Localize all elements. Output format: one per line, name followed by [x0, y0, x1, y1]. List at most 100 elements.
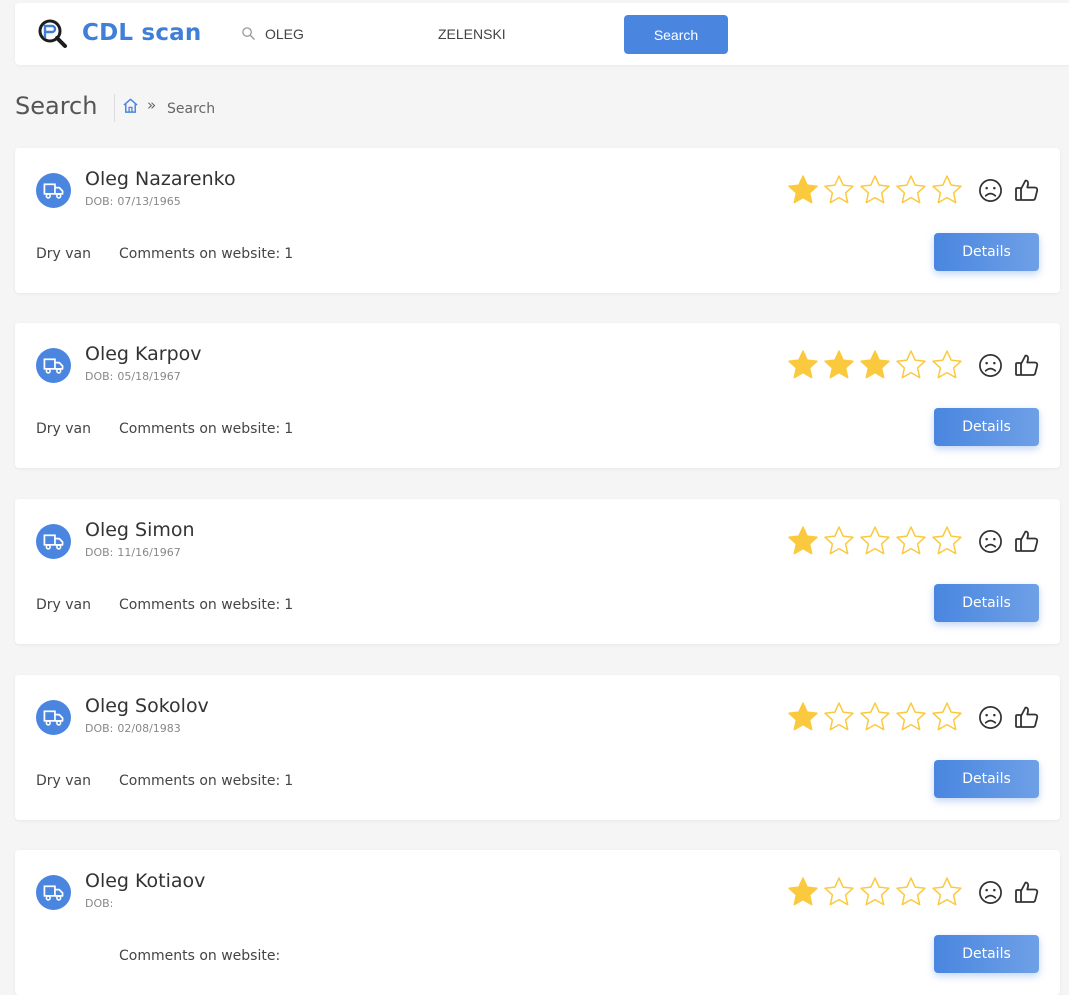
star-icon[interactable] [894, 524, 928, 558]
truck-avatar [36, 524, 71, 559]
star-icon[interactable] [858, 348, 892, 382]
comments-count: Comments on website: 1 [119, 421, 293, 437]
result-card: Oleg Sokolov DOB: 02/08/1983 Dry van Comment… [15, 675, 1060, 820]
star-icon[interactable] [930, 700, 964, 734]
dob-label: DOB: [85, 546, 114, 559]
star-icon[interactable] [786, 348, 820, 382]
rating-stars [786, 700, 966, 734]
star-icon[interactable] [822, 700, 856, 734]
star-icon[interactable] [930, 173, 964, 207]
logo-icon[interactable] [37, 18, 69, 50]
driver-name[interactable]: Oleg Karpov [85, 343, 202, 365]
result-card: Oleg Simon DOB: 11/16/1967 Dry van Comments … [15, 499, 1060, 644]
thumbs-up-icon[interactable] [1014, 352, 1040, 378]
truck-type: Dry van [36, 246, 92, 262]
dob-value: 05/18/1967 [117, 370, 181, 383]
star-icon[interactable] [786, 875, 820, 909]
breadcrumb-current: Search [167, 101, 216, 117]
search-button[interactable]: Search [624, 15, 728, 54]
result-card: Oleg Kotiaov DOB: Comments on website: Deta… [15, 850, 1060, 995]
driver-name[interactable]: Oleg Nazarenko [85, 168, 236, 190]
details-button[interactable]: Details [934, 584, 1039, 622]
comments-value: 1 [284, 421, 294, 437]
driver-dob: DOB: 05/18/1967 [85, 370, 181, 383]
rating-stars [786, 348, 966, 382]
comments-label: Comments on website: [119, 246, 281, 262]
truck-avatar [36, 348, 71, 383]
star-icon[interactable] [786, 524, 820, 558]
truck-icon [43, 534, 64, 550]
rating-stars [786, 173, 966, 207]
frown-icon[interactable] [978, 178, 1003, 203]
dob-value: 02/08/1983 [117, 722, 181, 735]
star-icon[interactable] [930, 348, 964, 382]
star-icon[interactable] [894, 348, 928, 382]
truck-type: Dry van [36, 773, 92, 789]
frown-icon[interactable] [978, 705, 1003, 730]
rating-stars [786, 524, 966, 558]
star-icon[interactable] [822, 348, 856, 382]
comments-label: Comments on website: [119, 597, 281, 613]
star-icon[interactable] [930, 524, 964, 558]
star-icon[interactable] [894, 173, 928, 207]
home-icon[interactable] [122, 97, 139, 114]
driver-name[interactable]: Oleg Simon [85, 519, 195, 541]
last-name-input[interactable] [438, 23, 608, 45]
comments-value: 1 [284, 597, 294, 613]
driver-name[interactable]: Oleg Kotiaov [85, 870, 205, 892]
first-name-input[interactable] [265, 23, 405, 45]
comments-count: Comments on website: [119, 948, 284, 964]
dob-label: DOB: [85, 897, 114, 910]
comments-label: Comments on website: [119, 773, 281, 789]
truck-icon [43, 710, 64, 726]
truck-icon [43, 183, 64, 199]
star-icon[interactable] [786, 173, 820, 207]
thumbs-up-icon[interactable] [1014, 704, 1040, 730]
frown-icon[interactable] [978, 880, 1003, 905]
driver-dob: DOB: 02/08/1983 [85, 722, 181, 735]
driver-name[interactable]: Oleg Sokolov [85, 695, 209, 717]
star-icon[interactable] [786, 700, 820, 734]
breadcrumb-separator: » [147, 96, 157, 114]
truck-avatar [36, 700, 71, 735]
driver-dob: DOB: 07/13/1965 [85, 195, 181, 208]
logo-text[interactable]: CDL scan [82, 20, 201, 46]
star-icon[interactable] [930, 875, 964, 909]
truck-type: Dry van [36, 421, 92, 437]
details-button[interactable]: Details [934, 233, 1039, 271]
breadcrumb-divider [114, 94, 115, 122]
comments-label: Comments on website: [119, 948, 281, 964]
frown-icon[interactable] [978, 529, 1003, 554]
truck-icon [43, 358, 64, 374]
details-button[interactable]: Details [934, 935, 1039, 973]
truck-avatar [36, 875, 71, 910]
page-title: Search [15, 92, 98, 120]
star-icon[interactable] [858, 173, 892, 207]
details-button[interactable]: Details [934, 760, 1039, 798]
thumbs-up-icon[interactable] [1014, 528, 1040, 554]
star-icon[interactable] [822, 524, 856, 558]
comments-count: Comments on website: 1 [119, 597, 293, 613]
result-card: Oleg Karpov DOB: 05/18/1967 Dry van Comments… [15, 323, 1060, 468]
dob-value: 07/13/1965 [117, 195, 181, 208]
star-icon[interactable] [894, 875, 928, 909]
star-icon[interactable] [894, 700, 928, 734]
truck-type: Dry van [36, 597, 92, 613]
star-icon[interactable] [858, 524, 892, 558]
driver-dob: DOB: [85, 897, 117, 910]
star-icon[interactable] [858, 700, 892, 734]
comments-count: Comments on website: 1 [119, 246, 293, 262]
comments-label: Comments on website: [119, 421, 281, 437]
comments-value: 1 [284, 773, 294, 789]
star-icon[interactable] [858, 875, 892, 909]
comments-value: 1 [284, 246, 294, 262]
star-icon[interactable] [822, 875, 856, 909]
truck-avatar [36, 173, 71, 208]
details-button[interactable]: Details [934, 408, 1039, 446]
frown-icon[interactable] [978, 353, 1003, 378]
rating-stars [786, 875, 966, 909]
star-icon[interactable] [822, 173, 856, 207]
thumbs-up-icon[interactable] [1014, 177, 1040, 203]
truck-icon [43, 885, 64, 901]
thumbs-up-icon[interactable] [1014, 879, 1040, 905]
